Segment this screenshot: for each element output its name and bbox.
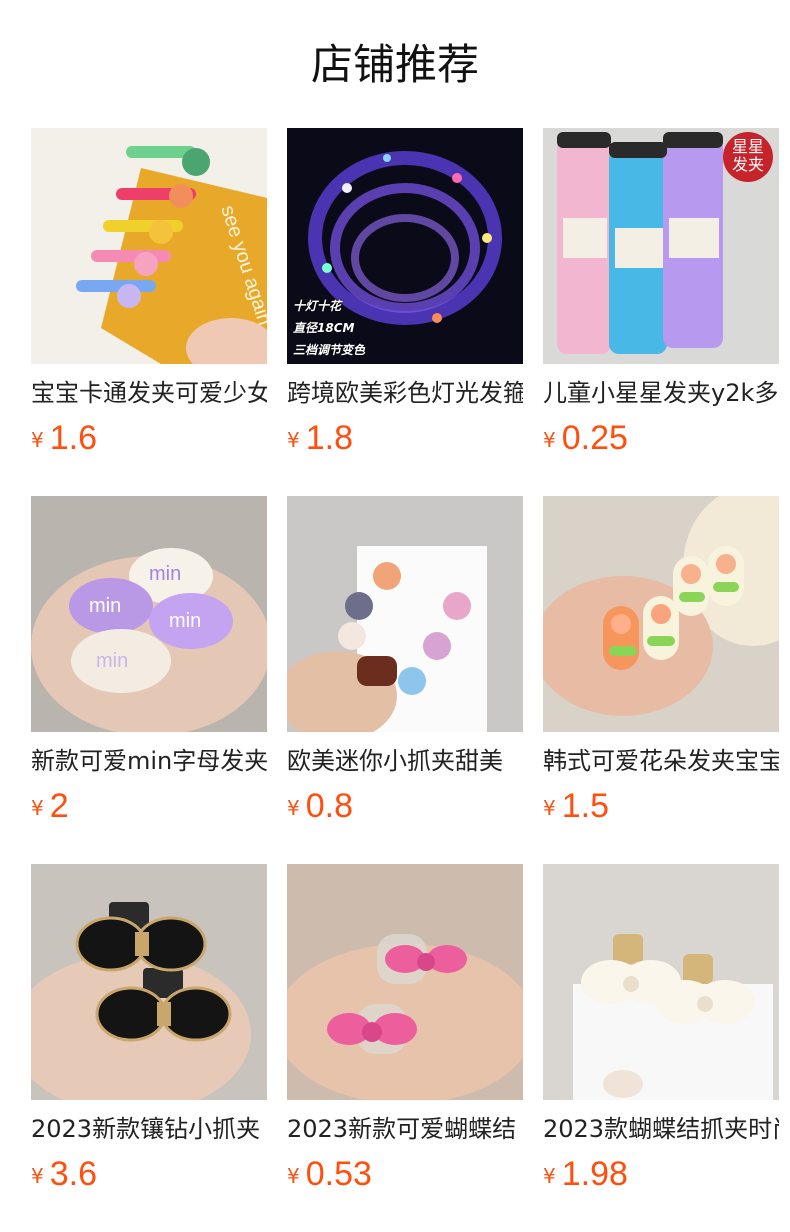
- currency-symbol: ¥: [287, 796, 300, 820]
- promo-badge: 星星 发夹: [723, 132, 773, 182]
- product-card[interactable]: 星星 发夹 儿童小星星发夹y2k多巴胺 ¥0.25: [543, 128, 779, 458]
- product-photo: see you again: [31, 128, 267, 364]
- product-image[interactable]: [543, 496, 779, 732]
- svg-text:min: min: [169, 610, 201, 632]
- svg-text:min: min: [149, 563, 181, 585]
- product-title[interactable]: 儿童小星星发夹y2k多巴胺: [543, 378, 779, 408]
- image-overlay-line: 直径18CM: [293, 321, 355, 335]
- product-card[interactable]: 十灯十花 直径18CM 三档调节变色 跨境欧美彩色灯光发箍 ¥1.8: [287, 128, 523, 458]
- product-image[interactable]: [287, 496, 523, 732]
- product-title[interactable]: 2023款蝴蝶结抓夹时尚: [543, 1114, 779, 1144]
- product-title[interactable]: 2023新款镶钻小抓夹: [31, 1114, 267, 1144]
- currency-symbol: ¥: [543, 1164, 556, 1188]
- product-photo: [543, 496, 779, 732]
- price-value: 1.6: [49, 419, 97, 457]
- product-image[interactable]: [31, 864, 267, 1100]
- product-price: ¥3.6: [31, 1154, 97, 1194]
- image-overlay-line: 十灯十花: [293, 299, 342, 313]
- product-photo: [287, 864, 523, 1100]
- product-price: ¥0.25: [543, 418, 628, 458]
- product-image[interactable]: [287, 864, 523, 1100]
- product-card[interactable]: 2023款蝴蝶结抓夹时尚 ¥1.98: [543, 864, 779, 1194]
- product-title[interactable]: 跨境欧美彩色灯光发箍: [287, 378, 523, 408]
- product-price: ¥1.5: [543, 786, 609, 826]
- product-title[interactable]: 韩式可爱花朵发夹宝宝: [543, 746, 779, 776]
- product-card[interactable]: see you again 宝宝卡通发夹可爱少女 ¥1.6: [31, 128, 267, 458]
- product-image[interactable]: see you again: [31, 128, 267, 364]
- currency-symbol: ¥: [31, 1164, 44, 1188]
- product-photo: [31, 864, 267, 1100]
- price-value: 3.6: [49, 1155, 97, 1193]
- product-image[interactable]: 星星 发夹: [543, 128, 779, 364]
- product-image[interactable]: min min min min: [31, 496, 267, 732]
- product-title[interactable]: 2023新款可爱蝴蝶结: [287, 1114, 523, 1144]
- price-value: 1.98: [561, 1155, 628, 1193]
- product-title[interactable]: 宝宝卡通发夹可爱少女: [31, 378, 267, 408]
- svg-text:min: min: [89, 595, 121, 617]
- currency-symbol: ¥: [543, 428, 556, 452]
- svg-text:min: min: [96, 650, 128, 672]
- product-image[interactable]: [543, 864, 779, 1100]
- product-photo: min min min min: [31, 496, 267, 732]
- product-card[interactable]: 欧美迷你小抓夹甜美 ¥0.8: [287, 496, 523, 826]
- product-card[interactable]: 2023新款可爱蝴蝶结 ¥0.53: [287, 864, 523, 1194]
- currency-symbol: ¥: [31, 428, 44, 452]
- price-value: 1.5: [561, 787, 609, 825]
- product-photo: [287, 496, 523, 732]
- product-price: ¥2: [31, 786, 69, 826]
- product-card[interactable]: min min min min 新款可爱min字母发夹 ¥2: [31, 496, 267, 826]
- product-title[interactable]: 新款可爱min字母发夹: [31, 746, 267, 776]
- price-value: 0.53: [305, 1155, 372, 1193]
- product-card[interactable]: 2023新款镶钻小抓夹 ¥3.6: [31, 864, 267, 1194]
- product-price: ¥1.98: [543, 1154, 628, 1194]
- currency-symbol: ¥: [543, 796, 556, 820]
- image-overlay-line: 三档调节变色: [293, 343, 366, 357]
- currency-symbol: ¥: [287, 428, 300, 452]
- product-title[interactable]: 欧美迷你小抓夹甜美: [287, 746, 523, 776]
- section-title: 店铺推荐: [310, 40, 479, 89]
- currency-symbol: ¥: [31, 796, 44, 820]
- price-value: 1.8: [305, 419, 353, 457]
- badge-line: 发夹: [731, 155, 764, 174]
- product-price: ¥0.8: [287, 786, 353, 826]
- product-photo: [543, 864, 779, 1100]
- price-value: 0.25: [561, 419, 628, 457]
- price-value: 0.8: [305, 787, 353, 825]
- product-price: ¥1.6: [31, 418, 97, 458]
- currency-symbol: ¥: [287, 1164, 300, 1188]
- badge-line: 星星: [731, 137, 764, 156]
- product-image[interactable]: 十灯十花 直径18CM 三档调节变色: [287, 128, 523, 364]
- price-value: 2: [49, 787, 69, 825]
- product-card[interactable]: 韩式可爱花朵发夹宝宝 ¥1.5: [543, 496, 779, 826]
- product-price: ¥0.53: [287, 1154, 372, 1194]
- product-price: ¥1.8: [287, 418, 353, 458]
